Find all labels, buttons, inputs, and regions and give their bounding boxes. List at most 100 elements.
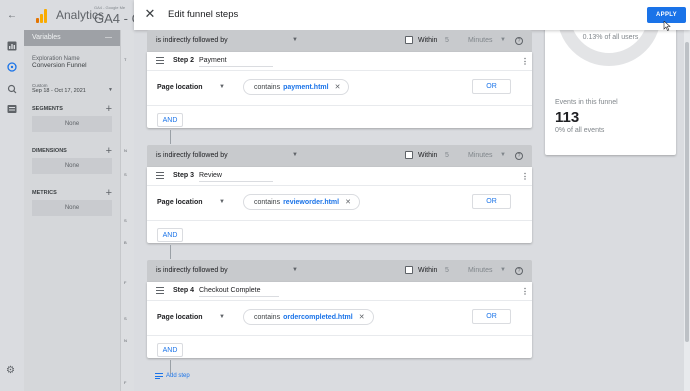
chevron-down-icon[interactable]: ▼: [219, 314, 225, 320]
relation-select[interactable]: is indirectly followed by: [156, 37, 228, 44]
tab-settings-letter: S: [124, 218, 127, 223]
tab-settings-letter: F: [124, 380, 127, 385]
condition-value: ordercompleted.html: [283, 313, 353, 321]
tab-settings-letter: T: [124, 57, 127, 62]
within-value-input[interactable]: 5: [445, 152, 449, 159]
scrollbar-thumb[interactable]: [685, 42, 689, 342]
help-circle-icon[interactable]: ?: [515, 267, 523, 275]
or-button[interactable]: OR: [472, 309, 511, 324]
add-step-button[interactable]: Add step: [155, 373, 190, 379]
step-name-input[interactable]: Checkout Complete: [199, 287, 279, 297]
within-unit-select[interactable]: Minutes: [468, 267, 493, 274]
tab-settings-letter: F: [124, 280, 127, 285]
arrow-left-icon[interactable]: ←: [6, 9, 18, 21]
add-segment-icon[interactable]: +: [106, 104, 112, 115]
events-count: 113: [555, 109, 580, 126]
tab-settings-column: T N S S B F S N F: [120, 30, 134, 391]
dimension-select[interactable]: Page location: [157, 314, 203, 321]
step-name-input[interactable]: Review: [199, 172, 273, 182]
remove-chip-icon[interactable]: ✕: [345, 198, 351, 206]
gear-icon[interactable]: ⚙: [6, 365, 15, 376]
step-connector: [170, 245, 171, 259]
condition-chip[interactable]: contains revieworder.html ✕: [243, 194, 360, 210]
metrics-none[interactable]: None: [32, 200, 112, 216]
dimensions-label: DIMENSIONS: [32, 148, 67, 154]
property-account: GA4 - Google Me: [94, 5, 126, 10]
step-relation-bar: is indirectly followed by ▼ Within 5 Min…: [147, 30, 532, 52]
segments-none[interactable]: None: [32, 116, 112, 132]
drag-handle-icon[interactable]: [156, 287, 164, 294]
add-dimension-icon[interactable]: +: [106, 146, 112, 157]
or-button[interactable]: OR: [472, 79, 511, 94]
chevron-down-icon[interactable]: ▼: [108, 87, 113, 93]
exploration-name[interactable]: Conversion Funnel: [32, 62, 112, 69]
remove-chip-icon[interactable]: ✕: [335, 83, 341, 91]
within-unit-select[interactable]: Minutes: [468, 152, 493, 159]
within-checkbox[interactable]: [405, 266, 413, 274]
more-vert-icon[interactable]: ⋮: [521, 172, 529, 181]
remove-chip-icon[interactable]: ✕: [359, 313, 365, 321]
step-number: Step 2: [173, 57, 195, 64]
metrics-label: METRICS: [32, 190, 57, 196]
drag-handle-icon[interactable]: [156, 172, 164, 179]
chevron-down-icon[interactable]: ▼: [292, 152, 298, 158]
variables-title: Variables: [32, 34, 61, 41]
advertising-icon[interactable]: [6, 83, 18, 95]
within-value-input[interactable]: 5: [445, 37, 449, 44]
add-step-label: Add step: [166, 373, 190, 379]
reports-icon[interactable]: [6, 40, 18, 52]
dimensions-section: DIMENSIONS +: [24, 146, 120, 157]
step-card: Step 4 Checkout Complete ⋮ Page location…: [147, 282, 532, 358]
condition-operator: contains: [254, 313, 281, 321]
help-circle-icon[interactable]: ?: [515, 37, 523, 45]
condition-value: payment.html: [283, 83, 329, 91]
help-circle-icon[interactable]: ?: [515, 152, 523, 160]
chevron-down-icon[interactable]: ▼: [292, 37, 298, 43]
add-step-icon: [155, 373, 163, 379]
and-button[interactable]: AND: [157, 343, 183, 357]
dimension-select[interactable]: Page location: [157, 84, 203, 91]
chevron-down-icon[interactable]: ▼: [219, 84, 225, 90]
relation-select[interactable]: is indirectly followed by: [156, 267, 228, 274]
mouse-cursor-icon: [663, 21, 671, 31]
chevron-down-icon[interactable]: ▼: [500, 37, 506, 43]
events-label: Events in this funnel: [555, 99, 618, 106]
step-header: Step 4 Checkout Complete ⋮: [147, 282, 532, 301]
condition-operator: contains: [254, 83, 281, 91]
chevron-down-icon[interactable]: ▼: [500, 267, 506, 273]
close-icon[interactable]: ✕: [144, 6, 156, 21]
step-card: Step 2 Payment ⋮ Page location ▼ contain…: [147, 52, 532, 128]
or-button[interactable]: OR: [472, 194, 511, 209]
events-percent: 0% of all events: [555, 127, 605, 134]
date-range[interactable]: Sep 18 - Oct 17, 2021: [32, 88, 112, 94]
within-unit-select[interactable]: Minutes: [468, 37, 493, 44]
configure-icon[interactable]: [6, 103, 18, 115]
within-checkbox[interactable]: [405, 151, 413, 159]
and-button[interactable]: AND: [157, 113, 183, 127]
chevron-down-icon[interactable]: ▼: [500, 152, 506, 158]
more-vert-icon[interactable]: ⋮: [521, 57, 529, 66]
condition-chip[interactable]: contains payment.html ✕: [243, 79, 350, 95]
more-vert-icon[interactable]: ⋮: [521, 287, 529, 296]
within-value-input[interactable]: 5: [445, 267, 449, 274]
left-nav-rail: ← ⚙: [0, 0, 24, 391]
condition-chip[interactable]: contains ordercompleted.html ✕: [243, 309, 374, 325]
collapse-icon[interactable]: —: [105, 34, 112, 42]
relation-select[interactable]: is indirectly followed by: [156, 152, 228, 159]
dimensions-none[interactable]: None: [32, 158, 112, 174]
dimension-select[interactable]: Page location: [157, 199, 203, 206]
within-checkbox[interactable]: [405, 36, 413, 44]
drag-handle-icon[interactable]: [156, 57, 164, 64]
explore-icon[interactable]: [6, 61, 18, 73]
step-header: Step 2 Payment ⋮: [147, 52, 532, 71]
add-metric-icon[interactable]: +: [106, 188, 112, 199]
chevron-down-icon[interactable]: ▼: [219, 199, 225, 205]
funnel-summary-card: 0.13% of all users Events in this funnel…: [545, 0, 676, 155]
and-button[interactable]: AND: [157, 228, 183, 242]
chevron-down-icon[interactable]: ▼: [292, 267, 298, 273]
variables-header: Variables —: [24, 30, 120, 46]
segments-label: SEGMENTS: [32, 106, 63, 112]
analytics-logo: [36, 9, 48, 23]
step-connector: [170, 360, 171, 374]
step-name-input[interactable]: Payment: [199, 57, 273, 67]
